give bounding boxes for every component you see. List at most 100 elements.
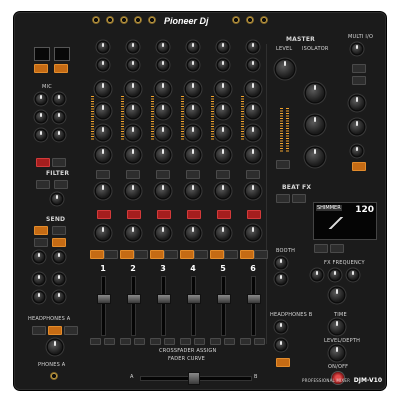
comp-knob-ch3[interactable] [158,60,168,70]
fx-level-depth-knob[interactable] [330,346,344,360]
filter-knob-ch2[interactable] [126,184,140,198]
comp-knob-ch2[interactable] [128,60,138,70]
booth-level-knob[interactable] [276,258,286,268]
eq-low-knob-ch4[interactable] [186,148,200,162]
master-cue-button[interactable] [276,160,290,169]
mic-knob-5[interactable] [36,130,46,140]
mic-talkover-button[interactable] [52,158,66,167]
cue-b-button-ch5[interactable] [224,250,238,259]
cue-a-button-ch6[interactable] [240,250,254,259]
send-knob-1[interactable] [34,252,44,262]
eq-hi-knob-ch1[interactable] [96,82,110,96]
multi-io-on-button[interactable] [352,162,366,171]
xf-assign-b-ch1[interactable] [104,338,115,345]
cue-b-button-ch4[interactable] [194,250,208,259]
xf-assign-a-ch4[interactable] [180,338,191,345]
hp-a-cue-button-3[interactable] [64,326,78,335]
send-button-4[interactable] [52,238,66,247]
send-button-ch5[interactable] [217,210,231,219]
eq-hi-knob-ch4[interactable] [186,82,200,96]
hp-b-knob-2[interactable] [276,340,286,350]
send-button-ch4[interactable] [187,210,201,219]
beat-down-button[interactable] [314,244,328,253]
filter-knob-ch1[interactable] [96,184,110,198]
input-select-ch5[interactable] [216,170,230,179]
input-select-ch1[interactable] [96,170,110,179]
eq-hi-mid-knob-ch1[interactable] [96,104,110,118]
send-button-ch1[interactable] [97,210,111,219]
send-knob-ch6[interactable] [246,226,260,240]
isolator-mid-knob[interactable] [306,116,324,134]
xf-assign-b-ch2[interactable] [134,338,145,345]
comp-knob-ch5[interactable] [218,60,228,70]
filter-resonance-knob[interactable] [52,194,62,204]
eq-lo-mid-knob-ch4[interactable] [186,126,200,140]
cue-a-button-ch4[interactable] [180,250,194,259]
isolator-hi-knob[interactable] [306,84,324,102]
send-knob-ch5[interactable] [216,226,230,240]
filter-knob-ch5[interactable] [216,184,230,198]
beat-fx-select-right[interactable] [292,194,306,203]
send-button-ch6[interactable] [247,210,261,219]
multi-io-mix-knob[interactable] [350,120,364,134]
xf-assign-a-ch6[interactable] [240,338,251,345]
mic-mid-knob[interactable] [36,112,46,122]
send-button-1[interactable] [34,226,48,235]
usb-b-button[interactable] [54,64,68,73]
xf-assign-a-ch3[interactable] [150,338,161,345]
eq-lo-mid-knob-ch2[interactable] [126,126,140,140]
channel-fader-ch5[interactable] [217,294,231,304]
fx-freq-knob-1[interactable] [312,270,322,280]
comp-knob-ch4[interactable] [188,60,198,70]
eq-hi-mid-knob-ch2[interactable] [126,104,140,118]
channel-fader-ch1[interactable] [97,294,111,304]
mic-low-knob[interactable] [54,112,64,122]
fx-time-knob[interactable] [330,320,344,334]
eq-hi-knob-ch6[interactable] [246,82,260,96]
trim-knob-ch4[interactable] [188,42,198,52]
xf-assign-b-ch6[interactable] [254,338,265,345]
mic-on-button[interactable] [36,158,50,167]
crossfader-handle[interactable] [188,372,200,385]
hp-a-cue-button-2[interactable] [48,326,62,335]
input-select-ch4[interactable] [186,170,200,179]
channel-fader-ch3[interactable] [157,294,171,304]
mic-knob-6[interactable] [54,130,64,140]
send-knob-ch4[interactable] [186,226,200,240]
multi-io-level-knob[interactable] [350,96,364,110]
eq-hi-mid-knob-ch3[interactable] [156,104,170,118]
eq-hi-mid-knob-ch6[interactable] [246,104,260,118]
xf-assign-a-ch5[interactable] [210,338,221,345]
filter-lpf-button[interactable] [36,180,50,189]
eq-lo-mid-knob-ch6[interactable] [246,126,260,140]
beat-up-button[interactable] [330,244,344,253]
input-select-ch3[interactable] [156,170,170,179]
trim-knob-ch6[interactable] [248,42,258,52]
multi-io-knob[interactable] [352,44,362,54]
filter-hpf-button[interactable] [54,180,68,189]
send-knob-ch1[interactable] [96,226,110,240]
comp-knob-ch6[interactable] [248,60,258,70]
cue-b-button-ch2[interactable] [134,250,148,259]
fx-freq-knob-3[interactable] [348,270,358,280]
send-button-ch2[interactable] [127,210,141,219]
eq-hi-mid-knob-ch4[interactable] [186,104,200,118]
hp-a-knob-4[interactable] [54,292,64,302]
cue-b-button-ch6[interactable] [254,250,268,259]
multi-io-button-2[interactable] [352,76,366,85]
hp-a-cue-button-1[interactable] [32,326,46,335]
master-level-knob[interactable] [276,60,294,78]
eq-lo-mid-knob-ch1[interactable] [96,126,110,140]
eq-low-knob-ch1[interactable] [96,148,110,162]
mic-hi-knob[interactable] [54,94,64,104]
fx-freq-knob-2[interactable] [330,270,340,280]
cue-b-button-ch3[interactable] [164,250,178,259]
channel-fader-ch6[interactable] [247,294,261,304]
cue-b-button-ch1[interactable] [104,250,118,259]
send-button-ch3[interactable] [157,210,171,219]
trim-knob-ch1[interactable] [98,42,108,52]
send-knob-ch2[interactable] [126,226,140,240]
eq-hi-mid-knob-ch5[interactable] [216,104,230,118]
cue-a-button-ch1[interactable] [90,250,104,259]
eq-low-knob-ch2[interactable] [126,148,140,162]
